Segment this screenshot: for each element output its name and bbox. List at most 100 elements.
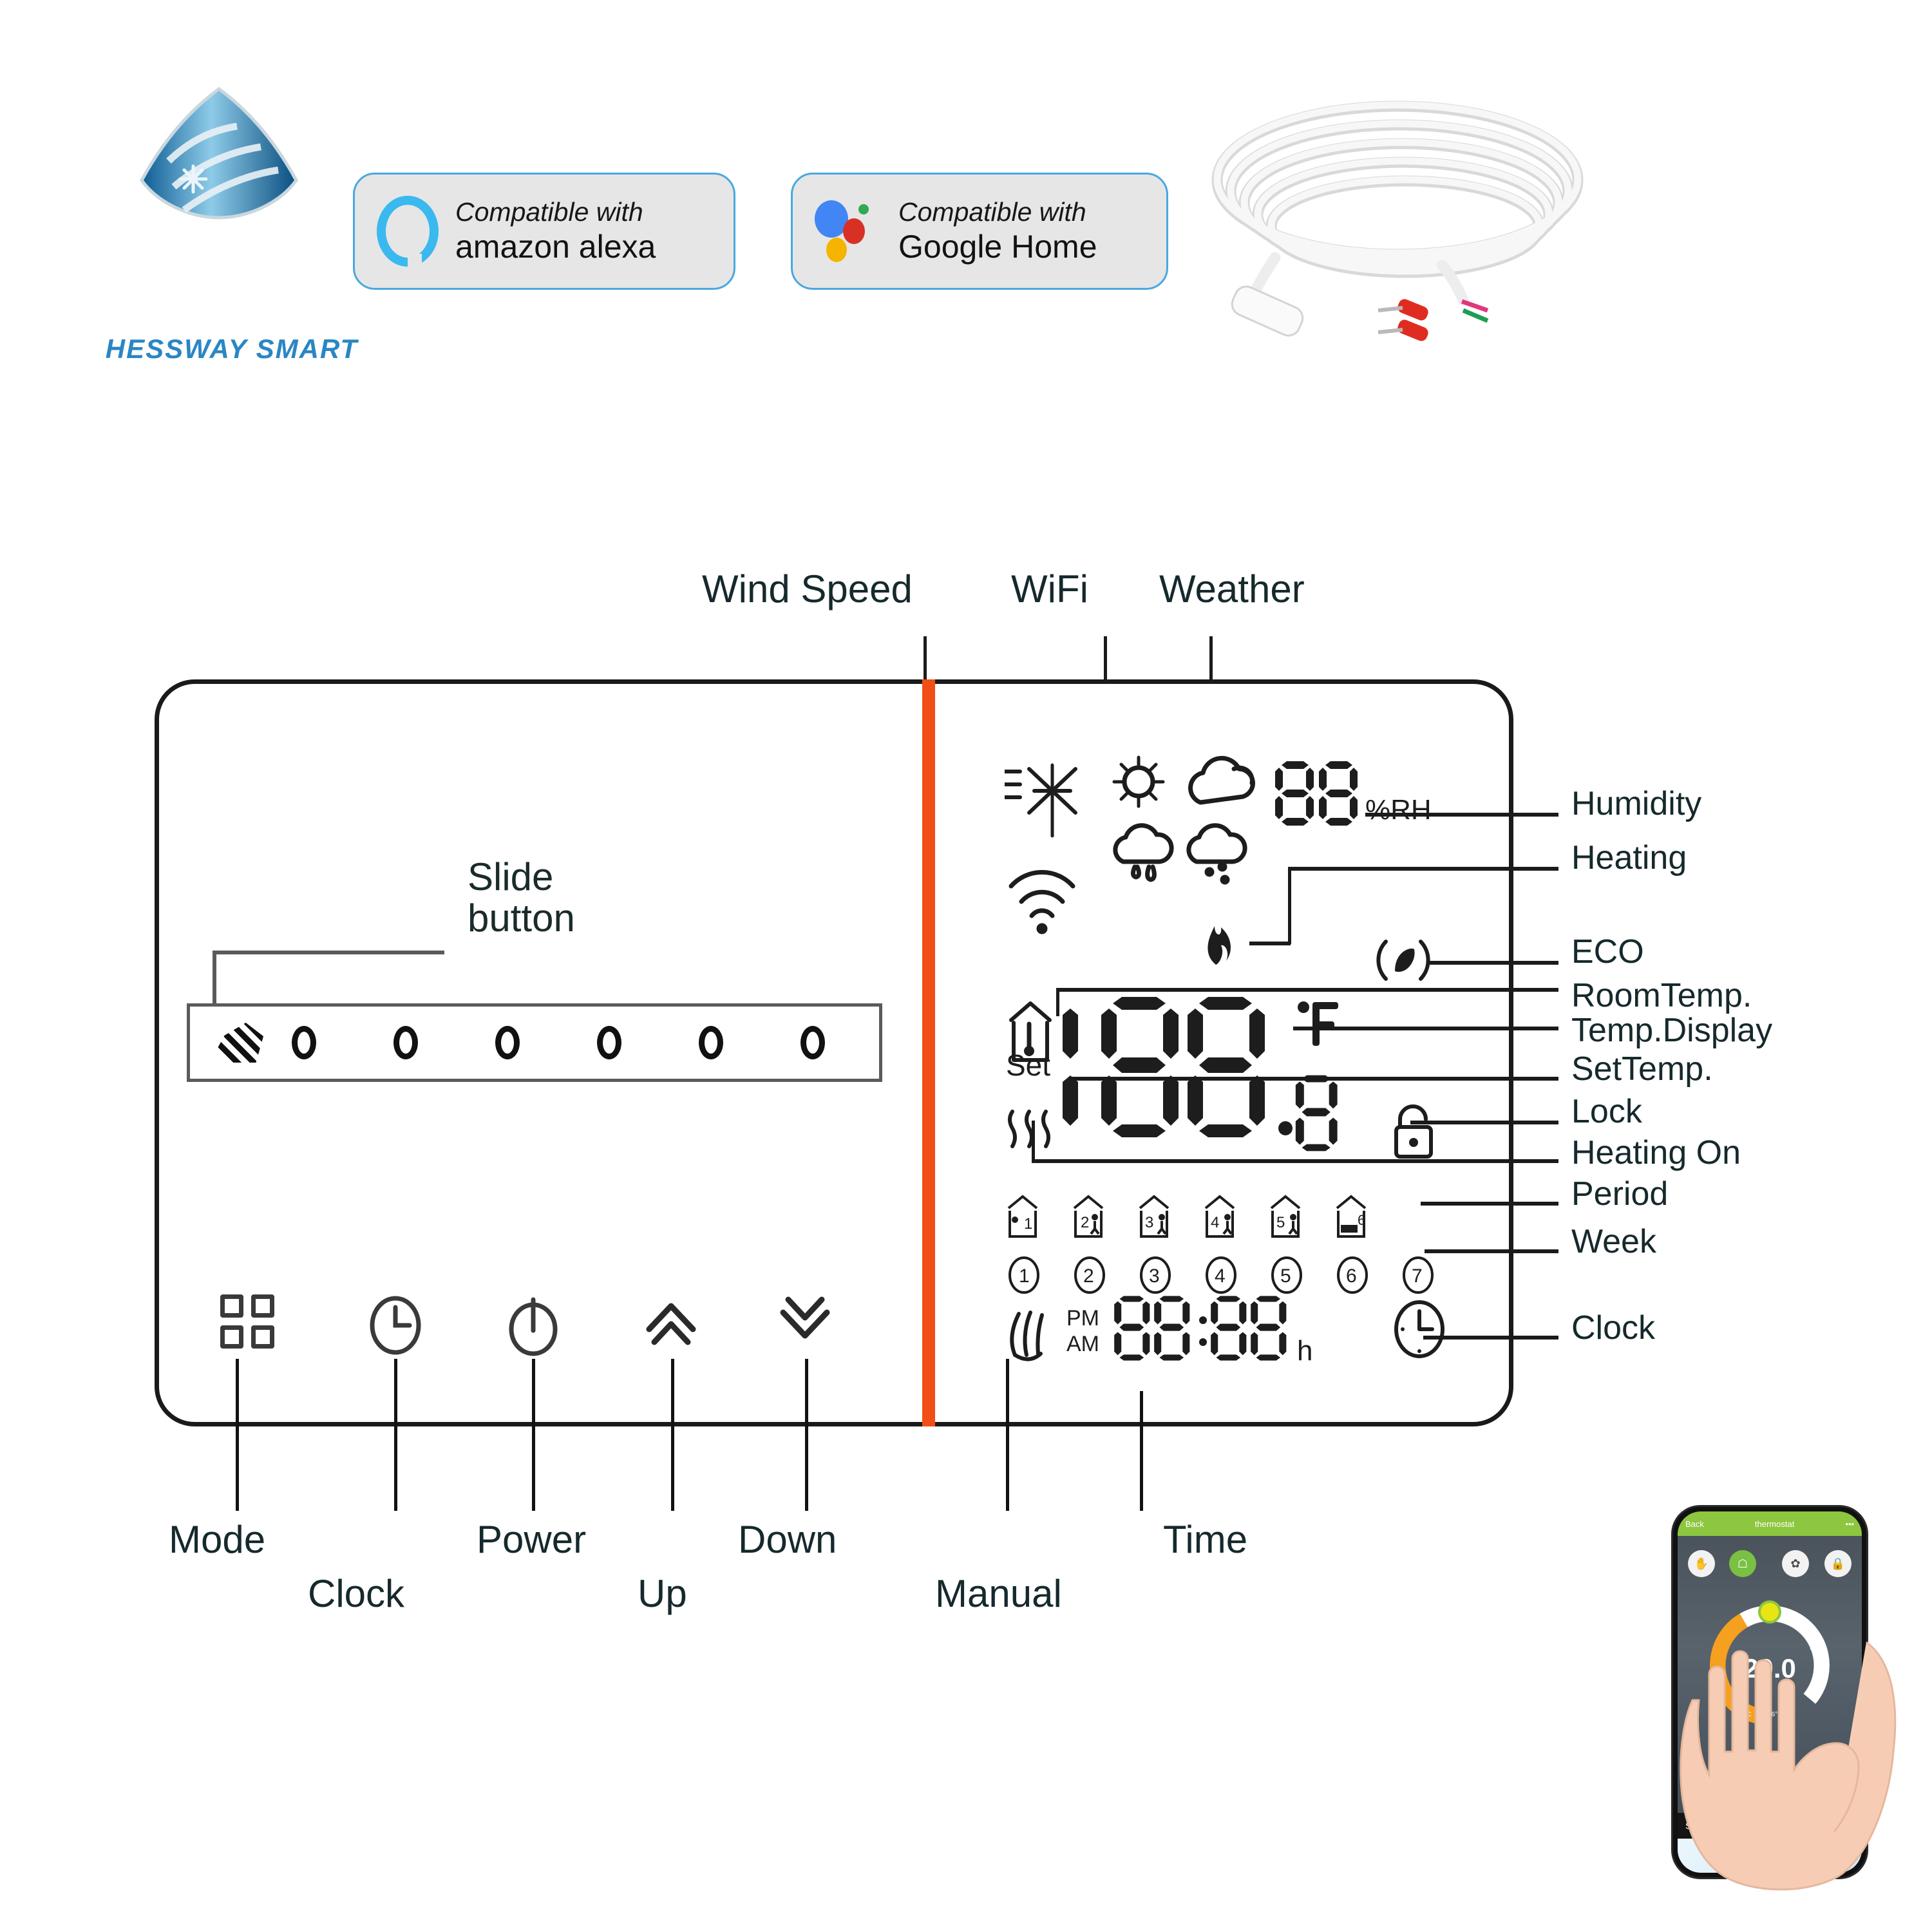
power-icon xyxy=(509,1297,558,1356)
svg-text:AM: AM xyxy=(1066,1332,1099,1356)
callout-clock: Clock xyxy=(1571,1309,1656,1347)
svg-text:6: 6 xyxy=(1358,1212,1365,1228)
leader-manual xyxy=(1006,1359,1009,1511)
alexa-compat-badge: Compatible with amazon alexa xyxy=(353,173,735,290)
callout-weather: Weather xyxy=(1159,567,1305,611)
slide-button-callout: Slide button xyxy=(468,857,699,938)
leader-time xyxy=(1140,1391,1143,1511)
brand-block: HESSWAY SMART xyxy=(97,84,367,364)
leader-down xyxy=(805,1359,808,1511)
leader-mode xyxy=(236,1359,239,1511)
leader-heating-on-v xyxy=(1032,1121,1035,1162)
alexa-badge-bottom-line: amazon alexa xyxy=(455,228,656,265)
callout-wifi: WiFi xyxy=(1011,567,1088,611)
callout-period: Period xyxy=(1571,1175,1669,1213)
callout-week: Week xyxy=(1571,1223,1656,1260)
callout-eco: ECO xyxy=(1571,933,1644,971)
leader-slide-h xyxy=(213,951,444,954)
callout-wind-speed: Wind Speed xyxy=(702,567,913,611)
slide-button-label-line1: Slide xyxy=(468,855,554,898)
hessway-logo-icon xyxy=(122,84,316,222)
sensor-cable-image xyxy=(1185,84,1610,361)
clock-icon xyxy=(370,1296,421,1355)
leader-heating-v xyxy=(1288,867,1291,944)
google-assistant-dots-icon xyxy=(815,195,882,267)
callout-lock: Lock xyxy=(1571,1093,1642,1130)
svg-text:PM: PM xyxy=(1066,1306,1099,1331)
callout-room-temp: RoomTemp. xyxy=(1571,977,1752,1014)
svg-text:2: 2 xyxy=(1083,1265,1094,1287)
slide-dot[interactable] xyxy=(393,1026,418,1059)
label-up: Up xyxy=(638,1572,687,1615)
callout-set-temp: SetTemp. xyxy=(1571,1050,1713,1088)
hatched-diamond-icon xyxy=(217,1023,263,1063)
svg-text:3: 3 xyxy=(1149,1265,1160,1287)
callout-heating: Heating xyxy=(1571,839,1687,876)
hand-holding-phone xyxy=(1680,1641,1897,1891)
key-up[interactable] xyxy=(639,1293,710,1364)
leader-power xyxy=(532,1359,535,1511)
google-home-compat-badge: Compatible with Google Home xyxy=(791,173,1168,290)
app-header: Back thermostat ••• xyxy=(1678,1511,1862,1536)
svg-text:4: 4 xyxy=(1211,1214,1219,1231)
chevron-up-icon xyxy=(646,1303,696,1345)
callout-heating-on: Heating On xyxy=(1571,1134,1741,1171)
svg-text:1: 1 xyxy=(1024,1215,1032,1233)
leader-clock-key xyxy=(394,1359,397,1511)
leader-eco xyxy=(1430,961,1558,965)
callout-temp-display: Temp.Display xyxy=(1571,1012,1773,1049)
leader-room-temp-v xyxy=(1056,988,1059,1016)
humidity-unit: %RH xyxy=(1365,794,1432,826)
callout-humidity: Humidity xyxy=(1571,785,1702,822)
leader-slide-v xyxy=(213,951,216,1006)
leader-humidity xyxy=(1365,813,1558,817)
chevron-down-icon xyxy=(780,1296,830,1339)
slide-dot[interactable] xyxy=(800,1026,825,1059)
app-back-button[interactable]: Back xyxy=(1685,1519,1704,1529)
svg-text:7: 7 xyxy=(1412,1265,1423,1287)
svg-text:5: 5 xyxy=(1280,1265,1291,1287)
leader-set-temp xyxy=(1069,1077,1558,1081)
label-clock: Clock xyxy=(308,1572,405,1615)
slide-button-strip[interactable] xyxy=(187,1003,882,1082)
set-label: Set xyxy=(1006,1048,1050,1082)
key-clock[interactable] xyxy=(366,1293,437,1364)
svg-text:5: 5 xyxy=(1276,1214,1285,1231)
slide-dot[interactable] xyxy=(597,1026,621,1059)
label-time: Time xyxy=(1163,1518,1248,1561)
app-icon-manual[interactable]: ✋ xyxy=(1688,1550,1715,1577)
google-badge-top-line: Compatible with xyxy=(898,197,1086,227)
leader-week xyxy=(1425,1249,1558,1253)
grid-icon xyxy=(220,1294,279,1354)
svg-text:3: 3 xyxy=(1145,1214,1153,1231)
google-badge-bottom-line: Google Home xyxy=(898,228,1097,265)
alexa-ring-icon xyxy=(377,196,439,268)
app-more-button[interactable]: ••• xyxy=(1845,1519,1854,1529)
slide-dot[interactable] xyxy=(292,1026,316,1059)
key-mode[interactable] xyxy=(220,1294,291,1365)
app-icon-lock[interactable]: 🔒 xyxy=(1824,1550,1852,1577)
svg-text:h: h xyxy=(1297,1335,1312,1367)
app-icon-program[interactable]: ☖ xyxy=(1729,1550,1756,1577)
lcd-display-area: %RH Set 1 2 3 4 5 6 1 2 3 4 5 6 7 PM AM … xyxy=(999,747,1494,1397)
leader-heating xyxy=(1288,867,1558,871)
slide-dot[interactable] xyxy=(699,1026,723,1059)
slide-dot[interactable] xyxy=(495,1026,520,1059)
svg-text:2: 2 xyxy=(1081,1214,1089,1231)
slide-button-label-line2: button xyxy=(468,896,575,940)
leader-period xyxy=(1421,1202,1558,1206)
app-title: thermostat xyxy=(1754,1519,1795,1529)
leader-temp-display xyxy=(1293,1027,1558,1030)
svg-text:4: 4 xyxy=(1215,1265,1226,1287)
alexa-badge-top-line: Compatible with xyxy=(455,197,643,227)
label-mode: Mode xyxy=(169,1518,266,1561)
leader-room-temp xyxy=(1056,988,1558,992)
label-power: Power xyxy=(477,1518,587,1561)
key-down[interactable] xyxy=(773,1293,844,1364)
brand-name: HESSWAY SMART xyxy=(105,334,359,364)
leader-clock-right xyxy=(1423,1336,1558,1340)
app-icon-eco[interactable]: ✿ xyxy=(1782,1550,1809,1577)
leader-up xyxy=(671,1359,674,1511)
leader-heating-h2 xyxy=(1249,942,1291,945)
key-power[interactable] xyxy=(504,1293,574,1364)
